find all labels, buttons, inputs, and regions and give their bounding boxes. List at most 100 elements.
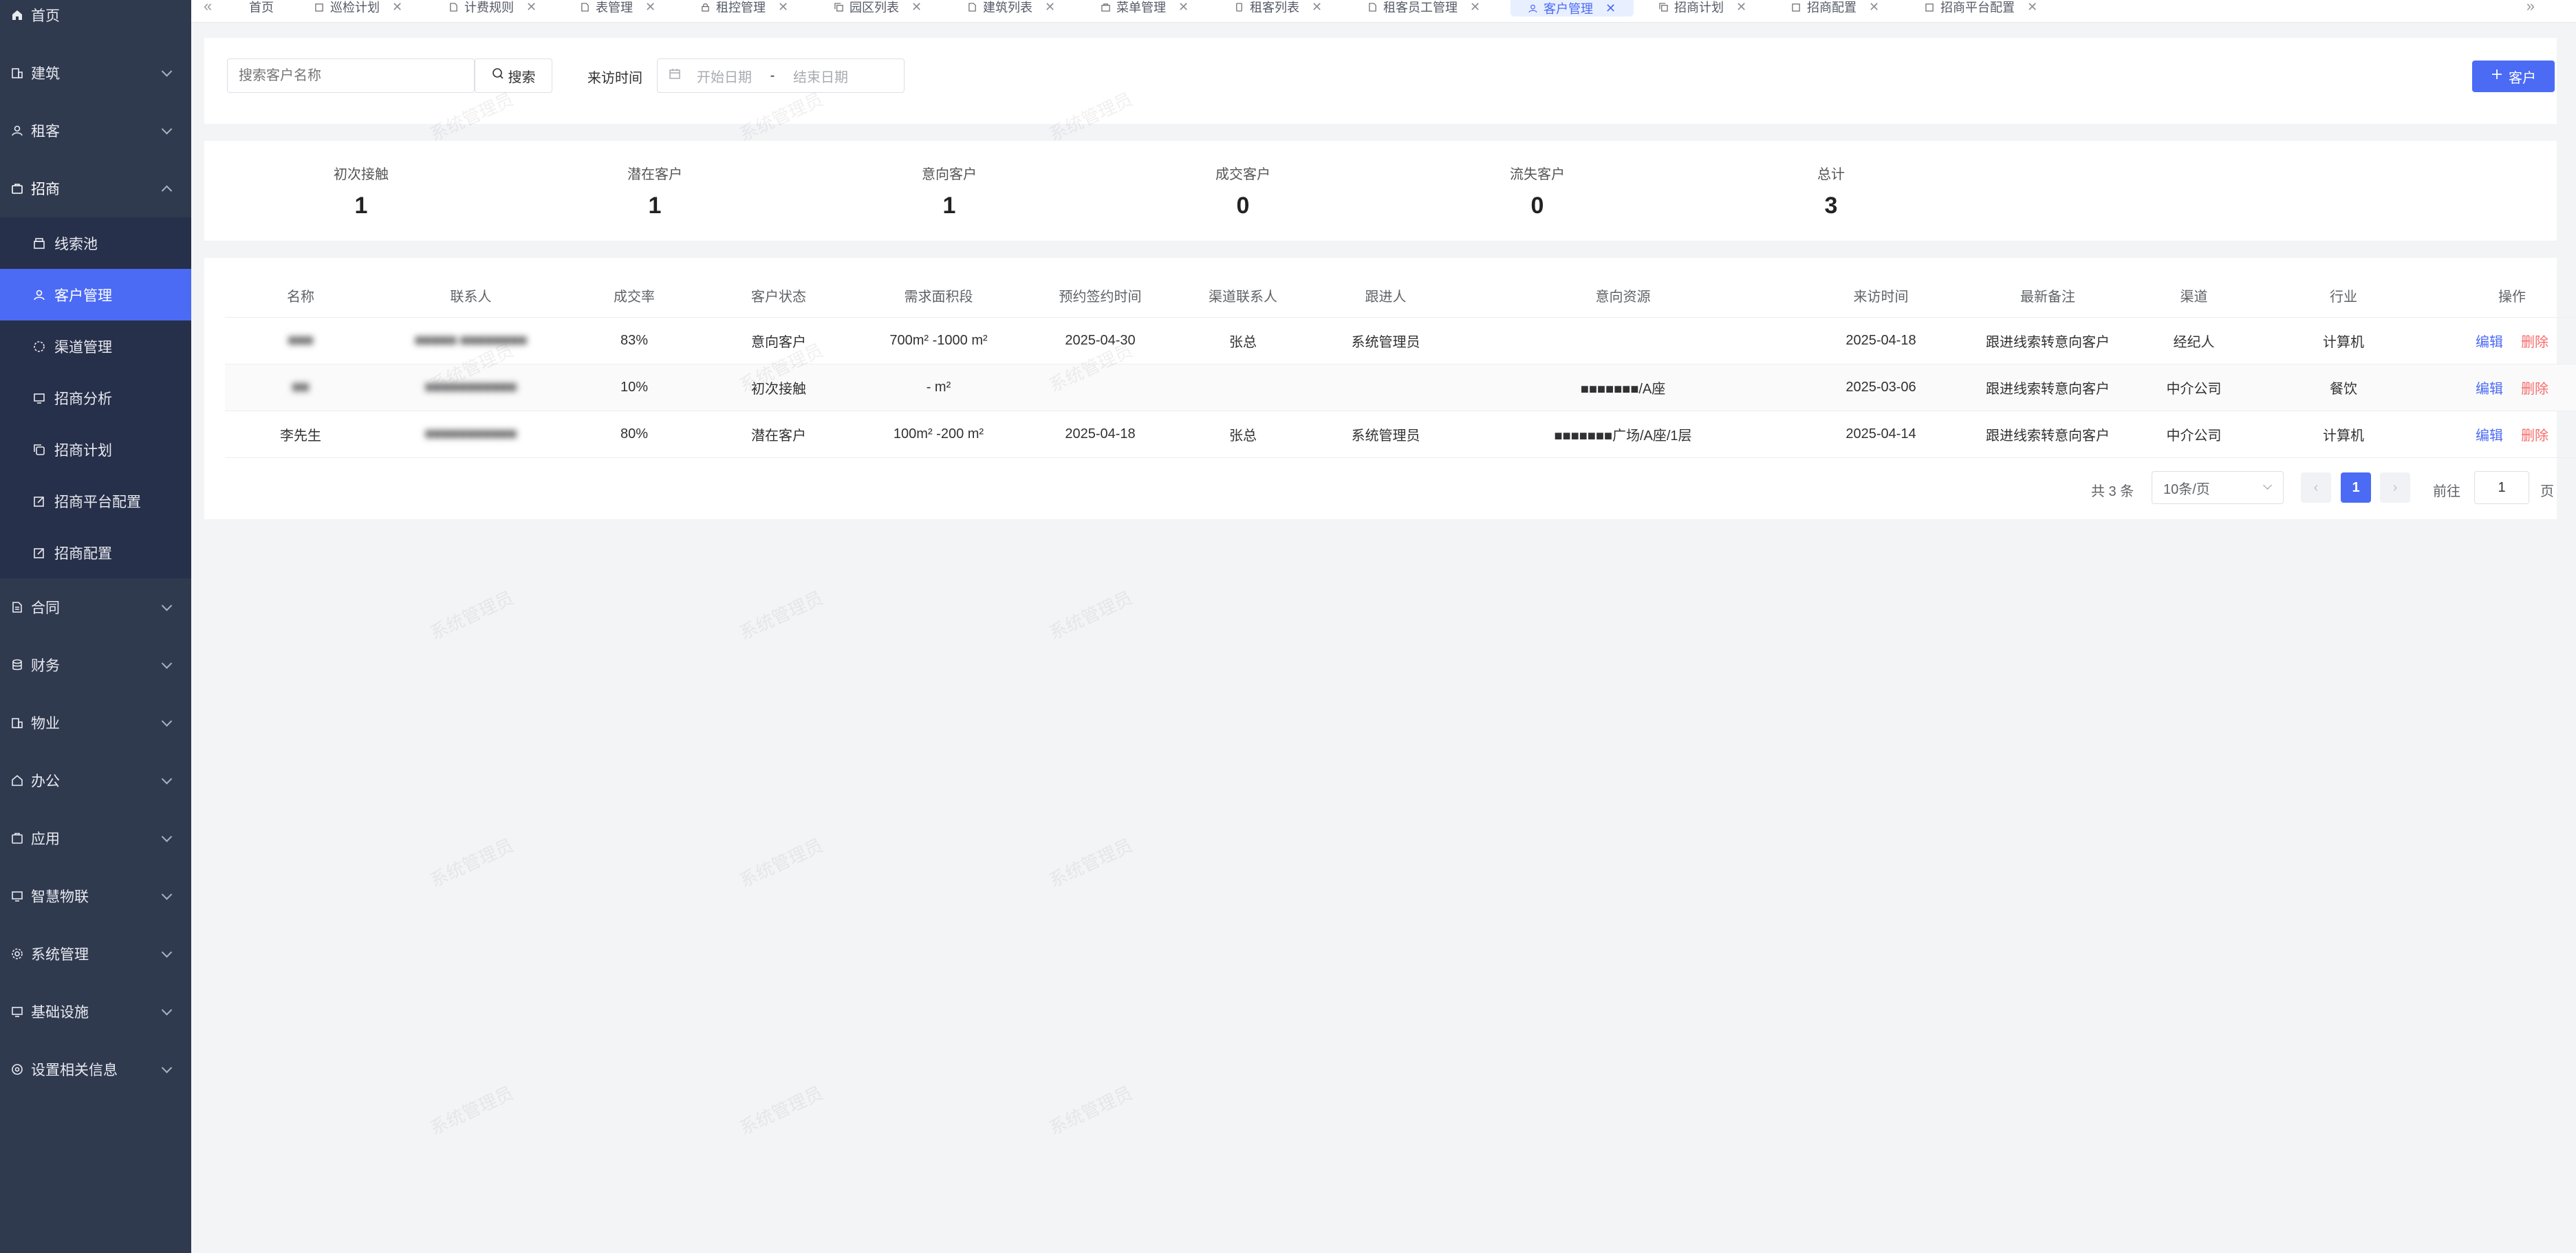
close-icon[interactable]: ✕ [1869, 0, 1879, 14]
plus-icon [2491, 68, 2503, 85]
watermark: 系统管理员 [736, 834, 826, 891]
close-icon[interactable]: ✕ [1045, 0, 1055, 14]
edit-icon [315, 2, 325, 12]
lock-icon [701, 2, 711, 12]
cell-area: 700m² -1000 m² [854, 317, 1023, 364]
edit-link[interactable]: 编辑 [2476, 335, 2503, 350]
tab-building-list[interactable]: 建筑列表 ✕ [968, 0, 1055, 14]
sidebar-item-tenant[interactable]: 租客 [0, 110, 191, 151]
tab-home[interactable]: 首页 [249, 0, 274, 14]
prev-page-button[interactable]: ‹ [2301, 472, 2331, 503]
sidebar-item-label: 首页 [31, 8, 60, 24]
sidebar-item-system[interactable]: 系统管理 [0, 933, 191, 974]
cell-industry: 计算机 [2271, 411, 2416, 458]
stat-label: 意向客户 [922, 167, 977, 182]
watermark: 系统管理员 [1046, 834, 1136, 891]
tab-investment-config[interactable]: 招商配置 ✕ [1792, 0, 1879, 14]
sidebar-item-office[interactable]: 办公 [0, 760, 191, 801]
range-separator: - [770, 67, 775, 83]
tab-label: 招商平台配置 [1940, 1, 2015, 14]
visit-time-label: 来访时间 [587, 71, 642, 86]
tab-menu-management[interactable]: 菜单管理 ✕ [1101, 0, 1189, 14]
column-header: 跟进人 [1308, 273, 1463, 318]
tab-tenant-list[interactable]: 租客列表 ✕ [1235, 0, 1322, 14]
goto-page-input[interactable]: 1 [2474, 471, 2529, 504]
edit-link[interactable]: 编辑 [2476, 382, 2503, 397]
close-icon[interactable]: ✕ [1312, 0, 1322, 14]
next-page-button[interactable]: › [2380, 472, 2410, 503]
cell-name: ■■■ [288, 333, 314, 348]
sidebar-item-settings-info[interactable]: 设置相关信息 [0, 1049, 191, 1090]
sidebar-item-infrastructure[interactable]: 基础设施 [0, 991, 191, 1032]
tab-rent-control[interactable]: 租控管理 ✕ [701, 0, 788, 14]
close-icon[interactable]: ✕ [1736, 0, 1746, 14]
edit-link[interactable]: 编辑 [2476, 428, 2503, 444]
delete-link[interactable]: 删除 [2521, 335, 2548, 350]
search-input[interactable] [227, 58, 475, 93]
scroll-right-icon[interactable]: » [2526, 0, 2535, 15]
cell-visit-time: 2025-03-06 [1783, 364, 1979, 411]
sidebar-item-investment[interactable]: 招商 [0, 168, 191, 209]
watermark: 系统管理员 [426, 1082, 517, 1139]
sidebar-item-finance[interactable]: 财务 [0, 644, 191, 686]
chevron-down-icon [161, 1063, 173, 1074]
sidebar-subitem-leads[interactable]: 线索池 [0, 217, 191, 269]
sidebar-item-home[interactable]: 首页 [0, 0, 191, 36]
search-button[interactable]: 搜索 [475, 58, 552, 93]
visit-date-range[interactable]: 开始日期 - 结束日期 [657, 58, 905, 93]
close-icon[interactable]: ✕ [645, 0, 656, 14]
sidebar-subitem-label: 客户管理 [54, 287, 112, 304]
app-icon [10, 831, 24, 845]
tab-platform-config[interactable]: 招商平台配置 ✕ [1925, 0, 2037, 14]
customer-table-card: 名称 联系人 成交率 客户状态 需求面积段 预约签约时间 渠道联系人 跟进人 意… [204, 258, 2576, 519]
table-row[interactable]: ■■■ ■■■■■ ■■■■■■■■ 83% 意向客户 700m² -1000 … [225, 317, 2576, 364]
tab-investment-plan[interactable]: 招商计划 ✕ [1659, 0, 1746, 14]
scroll-left-icon[interactable]: « [204, 0, 212, 15]
sidebar-subitem-platform-config[interactable]: 招商平台配置 [0, 475, 191, 527]
close-icon[interactable]: ✕ [526, 0, 537, 14]
close-icon[interactable]: ✕ [2027, 0, 2037, 14]
tab-label: 建筑列表 [983, 1, 1032, 14]
close-icon[interactable]: ✕ [1605, 1, 1616, 16]
sidebar-item-property[interactable]: 物业 [0, 702, 191, 743]
tab-meter[interactable]: 表管理 ✕ [581, 0, 656, 14]
sidebar-item-iot[interactable]: 智慧物联 [0, 875, 191, 917]
sidebar-subitem-analysis[interactable]: 招商分析 [0, 372, 191, 424]
stat-value: 1 [648, 193, 662, 219]
tab-park-list[interactable]: 园区列表 ✕ [834, 0, 922, 14]
delete-link[interactable]: 删除 [2521, 382, 2548, 397]
sidebar-subitem-config[interactable]: 招商配置 [0, 527, 191, 578]
close-icon[interactable]: ✕ [392, 0, 402, 14]
sidebar-item-contract[interactable]: 合同 [0, 587, 191, 628]
column-header: 渠道联系人 [1178, 273, 1308, 318]
tab-customer-management[interactable]: 客户管理 ✕ [1511, 0, 1634, 17]
sidebar-subitem-plan[interactable]: 招商计划 [0, 424, 191, 475]
start-date-input[interactable]: 开始日期 [693, 66, 755, 86]
sidebar-subitem-customers[interactable]: 客户管理 [0, 269, 191, 320]
page-number-button[interactable]: 1 [2341, 472, 2371, 503]
table-row[interactable]: ■■ ■■■■■■■■■■■ 10% 初次接触 - m² ■■■■■■■/A座 … [225, 364, 2576, 411]
close-icon[interactable]: ✕ [1470, 0, 1480, 14]
add-customer-button[interactable]: 客户 [2472, 61, 2555, 92]
tab-label: 租客列表 [1250, 1, 1299, 14]
watermark: 系统管理员 [736, 1082, 826, 1139]
column-header: 渠道 [2117, 273, 2271, 318]
sidebar-item-building[interactable]: 建筑 [0, 52, 191, 94]
cell-visit-time: 2025-04-14 [1783, 411, 1979, 458]
stat-label: 流失客户 [1510, 167, 1565, 182]
tab-billing-rules[interactable]: 计费规则 ✕ [449, 0, 537, 14]
sidebar-subitem-channels[interactable]: 渠道管理 [0, 320, 191, 372]
tab-tenant-staff[interactable]: 租客员工管理 ✕ [1368, 0, 1480, 14]
end-date-input[interactable]: 结束日期 [790, 66, 852, 86]
page-size-select[interactable]: 10条/页 [2152, 471, 2284, 504]
delete-link[interactable]: 删除 [2521, 428, 2548, 444]
close-icon[interactable]: ✕ [778, 0, 788, 14]
user-icon [32, 288, 46, 302]
close-icon[interactable]: ✕ [911, 0, 922, 14]
stat-intent: 意向客户 1 [867, 163, 1032, 219]
chevron-down-icon [161, 1005, 173, 1016]
sidebar-item-apps[interactable]: 应用 [0, 818, 191, 859]
table-row[interactable]: 李先生 ■■■■■■■■■■■ 80% 潜在客户 100m² -200 m² 2… [225, 411, 2576, 458]
tab-inspection-plan[interactable]: 巡检计划 ✕ [315, 0, 402, 14]
close-icon[interactable]: ✕ [1178, 0, 1189, 14]
